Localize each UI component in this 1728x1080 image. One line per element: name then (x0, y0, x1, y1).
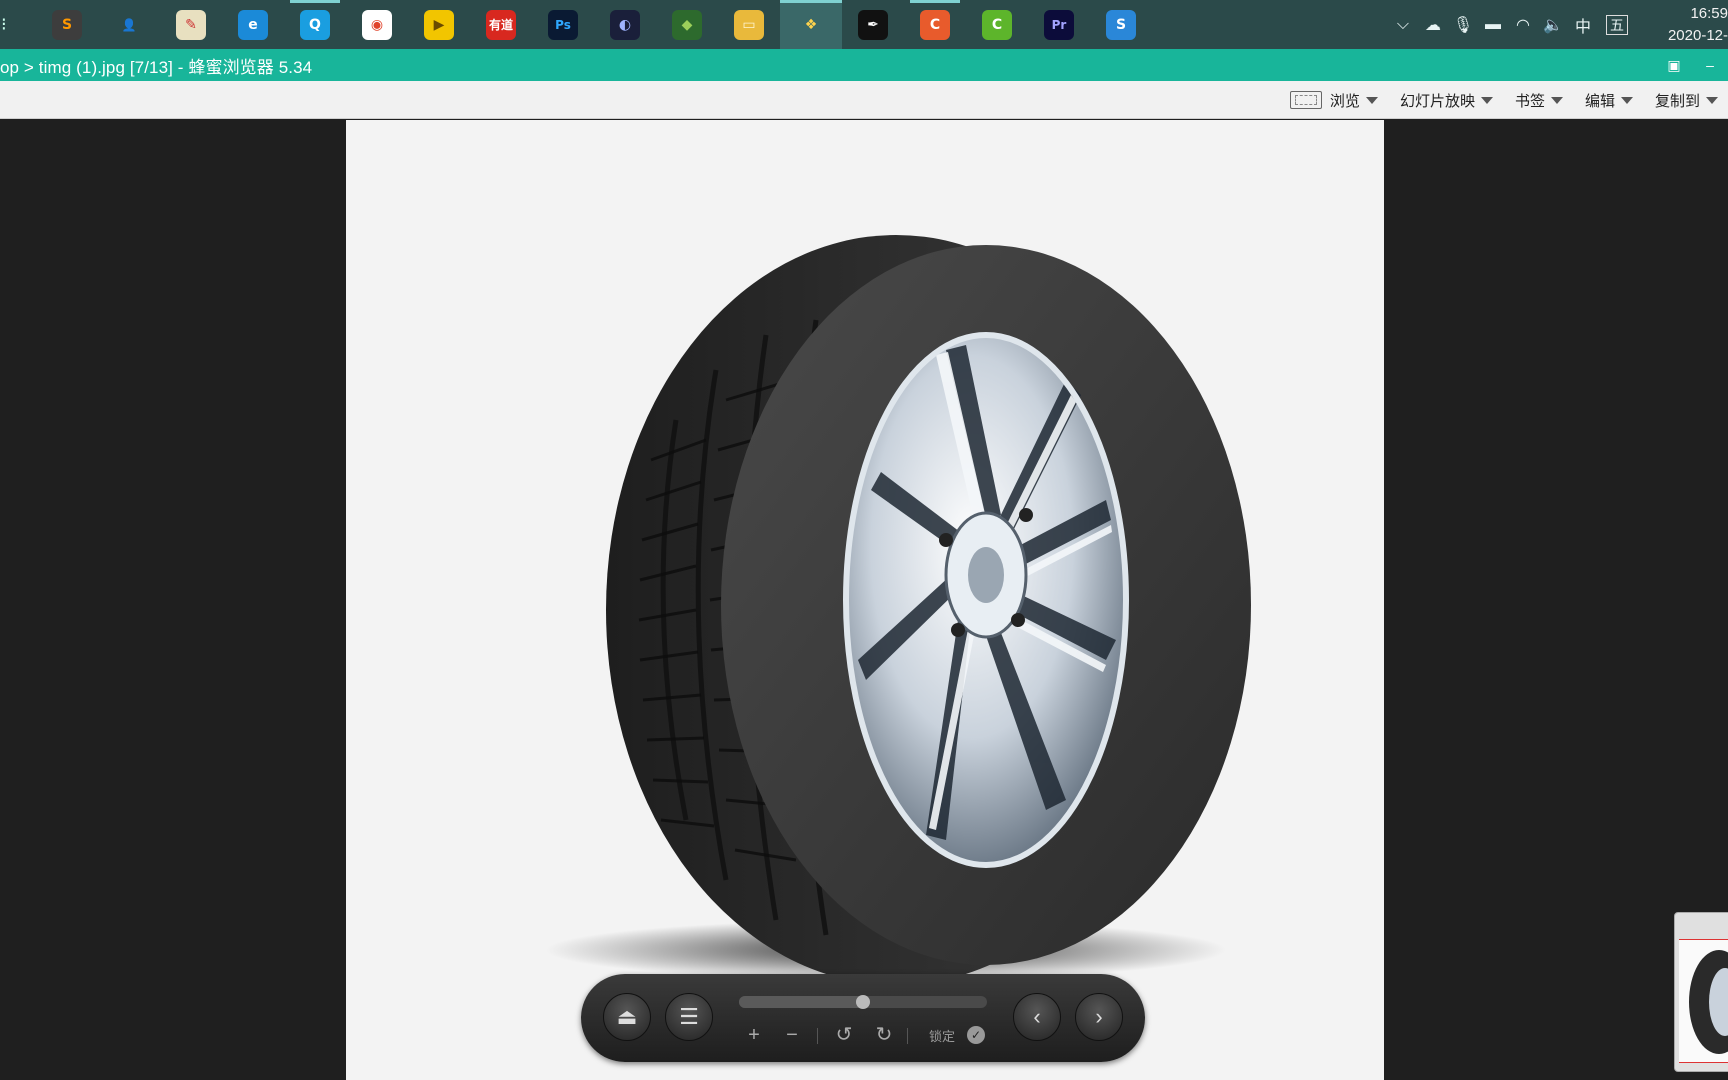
menu-slideshow[interactable]: 幻灯片放映 (1400, 90, 1493, 111)
thumbnail-item[interactable] (1679, 939, 1728, 1063)
viewer-control-bar: ⏏ ☰ + − ↺ ↻ 锁定 ✓ ‹ › (581, 974, 1145, 1062)
minimize-icon[interactable]: – (1700, 57, 1720, 73)
taskbar-edge-handle[interactable]: ⁝ (0, 0, 10, 49)
caret-down-icon (1480, 96, 1493, 104)
contacts-icon: 👤 (121, 17, 137, 32)
taskbar-app-sublime-text[interactable]: S (36, 0, 98, 49)
battery-icon[interactable]: ▬ (1478, 0, 1508, 49)
sublime-text-icon: S (52, 9, 82, 40)
network-icon: ◆ (672, 9, 702, 40)
taskbar-app-player[interactable]: ▶ (408, 0, 470, 49)
taskbar-app-photoshop[interactable]: Ps (532, 0, 594, 49)
wifi-icon[interactable]: ◠ (1508, 0, 1538, 49)
lock-label[interactable]: 锁定 (929, 1026, 955, 1045)
menu-edit-label: 编辑 (1584, 92, 1615, 110)
taskbar-app-camtasia-green[interactable]: C (966, 0, 1028, 49)
notes-icon: ✎ (176, 9, 206, 40)
chrome-icon: ◉ (362, 9, 392, 40)
menu-copy-to-label: 复制到 (1654, 92, 1700, 110)
premiere-icon: Pr (1044, 9, 1074, 40)
honeyview-icon: ❖ (796, 9, 826, 40)
ime-language[interactable]: 中 (1568, 0, 1598, 49)
menu-edit[interactable]: 编辑 (1585, 90, 1633, 111)
taskbar-app-file-explorer[interactable]: ▭ (718, 0, 780, 49)
zoom-slider[interactable] (739, 995, 987, 1009)
caret-down-icon (1620, 96, 1633, 104)
menu-bar: 浏览 幻灯片放映 书签 编辑 复制到 (0, 81, 1728, 119)
separator (907, 1028, 908, 1044)
rotate-left-icon[interactable]: ↺ (833, 1024, 855, 1046)
previous-image-icon[interactable]: ‹ (1013, 993, 1061, 1041)
menu-items: 浏览 幻灯片放映 书签 编辑 复制到 (1268, 81, 1718, 119)
zoom-in-icon[interactable]: + (743, 1024, 765, 1046)
window-controls: ▣ – (1664, 49, 1720, 81)
thumbnail-tire-image (1689, 950, 1728, 1054)
taskbar-app-cinema4d[interactable]: ◐ (594, 0, 656, 49)
clock[interactable]: 16:59 2020-12- (1636, 0, 1728, 49)
player-icon: ▶ (424, 9, 454, 40)
taskbar-app-sogou[interactable]: S (1090, 0, 1152, 49)
image-canvas[interactable] (346, 120, 1384, 1080)
cinema4d-icon: ◐ (610, 9, 640, 40)
taskbar-app-contacts[interactable]: 👤 (98, 0, 160, 49)
eject-icon[interactable]: ⏏ (603, 993, 651, 1041)
edge-icon: e (238, 9, 268, 40)
onedrive-cloud-icon[interactable]: ☁ (1418, 0, 1448, 49)
rotate-right-icon[interactable]: ↻ (873, 1024, 895, 1046)
zoom-slider-fill (739, 996, 863, 1008)
separator (817, 1028, 818, 1044)
fullscreen-icon[interactable]: ▣ (1664, 57, 1684, 74)
tire-image (546, 235, 1251, 985)
system-tray: ⌵ ☁ 🎙 ▬ ◠ 🔈 中 五 16:59 2020-12- (1388, 0, 1728, 49)
camtasia-green-icon: C (982, 9, 1012, 40)
caret-down-icon (1706, 96, 1718, 104)
taskbar: ⁝ S 👤 ✎ e Q ◉ ▶ 有道 Ps ◐ ◆ ▭ ❖ ✒ C C Pr S ⌵ ☁ 🎙 ▬ ◠ 🔈 中 五 … (0, 0, 1728, 49)
taskbar-app-pen-tool[interactable]: ✒ (842, 0, 904, 49)
sogou-icon: S (1106, 9, 1136, 40)
taskbar-app-youdao[interactable]: 有道 (470, 0, 532, 49)
menu-browse-label: 浏览 (1329, 92, 1360, 110)
caret-down-icon (1365, 96, 1378, 104)
menu-hamburger-icon[interactable]: ☰ (665, 993, 713, 1041)
window-title: op > timg (1).jpg [7/13] - 蜂蜜浏览器 5.34 (0, 57, 313, 77)
volume-icon[interactable]: 🔈 (1538, 0, 1568, 49)
microphone-icon[interactable]: 🎙 (1448, 0, 1478, 49)
menu-bookmark[interactable]: 书签 (1515, 90, 1563, 111)
clock-time: 16:59 (1690, 4, 1728, 22)
taskbar-app-camtasia-c[interactable]: C (904, 0, 966, 49)
camtasia-c-icon: C (920, 9, 950, 40)
chevron-up-icon[interactable]: ⌵ (1388, 0, 1418, 49)
taskbar-app-edge[interactable]: e (222, 0, 284, 49)
taskbar-app-network[interactable]: ◆ (656, 0, 718, 49)
zoom-out-icon[interactable]: − (781, 1024, 803, 1046)
window-titlebar[interactable]: op > timg (1).jpg [7/13] - 蜂蜜浏览器 5.34 ▣ … (0, 49, 1728, 81)
taskbar-apps: S 👤 ✎ e Q ◉ ▶ 有道 Ps ◐ ◆ ▭ ❖ ✒ C C Pr S (36, 0, 1152, 49)
ime-mode[interactable]: 五 (1606, 14, 1628, 35)
file-explorer-icon: ▭ (734, 9, 764, 40)
taskbar-app-notes[interactable]: ✎ (160, 0, 222, 49)
taskbar-app-honeyview[interactable]: ❖ (780, 0, 842, 49)
youdao-icon: 有道 (486, 9, 516, 40)
image-viewer[interactable]: ⏏ ☰ + − ↺ ↻ 锁定 ✓ ‹ › (0, 120, 1728, 1080)
taskbar-app-premiere[interactable]: Pr (1028, 0, 1090, 49)
pen-tool-icon: ✒ (858, 9, 888, 40)
qq-browser-icon: Q (300, 9, 330, 40)
next-image-icon[interactable]: › (1075, 993, 1123, 1041)
thumbnail-strip[interactable] (1674, 912, 1728, 1072)
taskbar-app-qq-browser[interactable]: Q (284, 0, 346, 49)
menu-browse[interactable]: 浏览 (1289, 90, 1378, 111)
view-mode-icon (1289, 91, 1322, 109)
menu-slideshow-label: 幻灯片放映 (1399, 92, 1475, 110)
clock-date: 2020-12- (1667, 26, 1728, 44)
photoshop-icon: Ps (548, 9, 578, 40)
menu-bookmark-label: 书签 (1514, 92, 1545, 110)
taskbar-app-chrome[interactable]: ◉ (346, 0, 408, 49)
menu-copy-to[interactable]: 复制到 (1655, 90, 1718, 111)
lock-check-icon[interactable]: ✓ (967, 1026, 985, 1044)
caret-down-icon (1550, 96, 1563, 104)
zoom-slider-thumb[interactable] (856, 995, 870, 1009)
